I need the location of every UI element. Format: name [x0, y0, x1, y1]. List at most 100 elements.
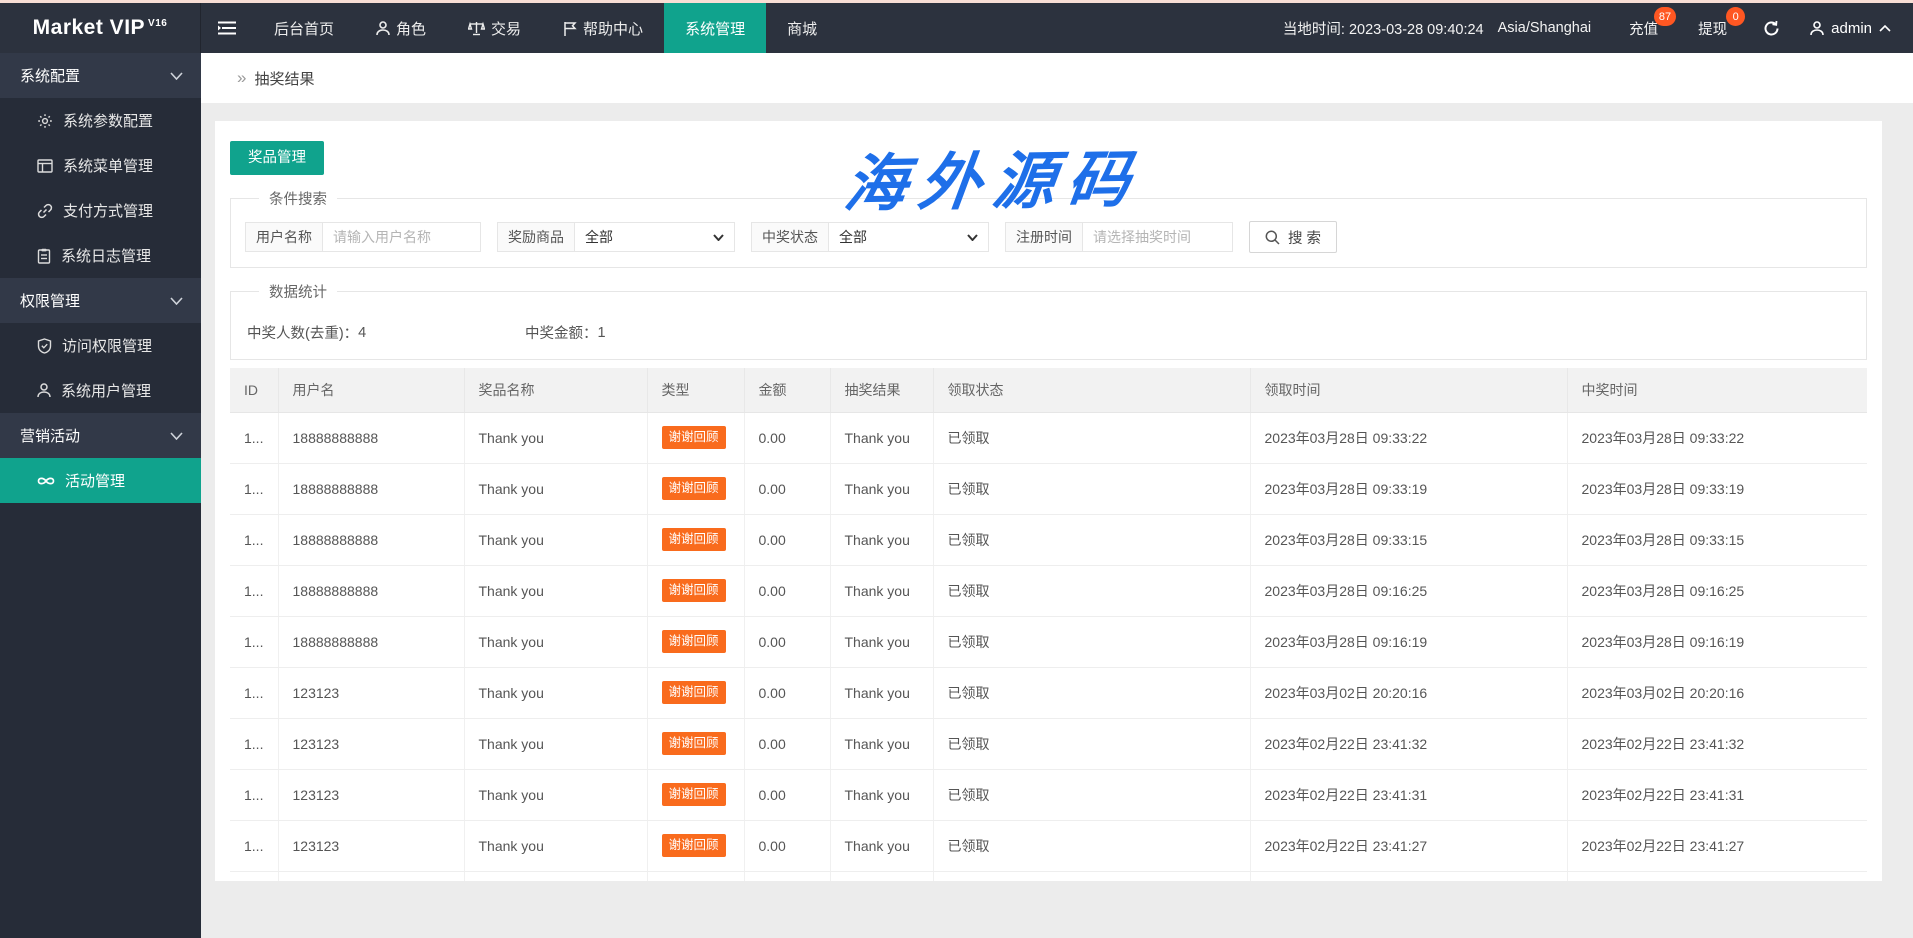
- stat-winners-value: 4: [358, 324, 367, 341]
- cell-username: 123123: [278, 769, 465, 821]
- type-badge: 谢谢回顾: [661, 477, 726, 500]
- cell-username: 18888888888: [278, 412, 465, 464]
- table-row: 1... 123123 Thank you 谢谢回顾 0.00 Thank yo…: [230, 820, 1867, 872]
- nav-item-help[interactable]: 帮助中心: [542, 3, 664, 53]
- cell-username: 18888888888: [278, 565, 465, 617]
- cell-id: 1...: [230, 718, 279, 770]
- cell-username: 123123: [278, 820, 465, 872]
- cell-result: Thank you: [830, 769, 934, 821]
- stats-fieldset: 数据统计 中奖人数(去重)： 4 中奖金额： 1: [230, 281, 1867, 360]
- cell-username: 18888888888: [278, 616, 465, 668]
- table-row: 1... 123123 Thank you 谢谢回顾 0.00 Thank yo…: [230, 718, 1867, 770]
- recharge-link[interactable]: 充值 87: [1609, 3, 1678, 53]
- cell-prize-name: Thank you: [464, 565, 648, 617]
- register-time-field-group: 注册时间: [1005, 222, 1233, 252]
- admin-menu[interactable]: admin: [1796, 3, 1913, 53]
- sidebar-toggle-button[interactable]: [201, 3, 253, 53]
- cell-claim-time: 2023年03月28日 09:33:22: [1250, 412, 1568, 464]
- prize-select[interactable]: 全部: [575, 222, 735, 252]
- results-card: 奖品管理 条件搜索 用户名称 奖励商品 全部: [215, 121, 1882, 881]
- col-type: 类型: [647, 368, 745, 413]
- sidebar-group-marketing[interactable]: 营销活动: [0, 413, 201, 458]
- type-badge: 谢谢回顾: [661, 528, 726, 551]
- cell-username: 18888888888: [278, 463, 465, 515]
- table-row: 1... 18888888888 Thank you 谢谢回顾 0.00 Tha…: [230, 463, 1867, 515]
- nav-item-trade[interactable]: 交易: [447, 3, 542, 53]
- breadcrumb-current: 抽奖结果: [254, 70, 315, 88]
- sidebar-item-access-permissions[interactable]: 访问权限管理: [0, 323, 201, 368]
- type-badge: 谢谢回顾: [661, 732, 726, 755]
- breadcrumb-separator: »: [237, 68, 247, 87]
- register-time-input[interactable]: [1083, 222, 1233, 252]
- cell-win-time: 2023年02月22日 23:41:27: [1567, 820, 1867, 872]
- menu-window-icon: [37, 158, 53, 173]
- type-badge: 谢谢回顾: [661, 426, 726, 449]
- hamburger-icon: [218, 21, 236, 35]
- cell-win-time: 2023年03月28日 09:33:15: [1567, 514, 1867, 566]
- sidebar-item-payment-methods[interactable]: 支付方式管理: [0, 188, 201, 233]
- cell-result: Thank you: [830, 718, 934, 770]
- cell-prize-name: Thank you: [464, 412, 648, 464]
- search-button[interactable]: 搜 索: [1249, 221, 1338, 253]
- cell-username: 123123: [278, 718, 465, 770]
- cell-id: 1...: [230, 769, 279, 821]
- withdraw-link[interactable]: 提现 0: [1678, 3, 1747, 53]
- cell-amount: 0.00: [744, 463, 831, 515]
- cell-amount: 0.00: [744, 565, 831, 617]
- cell-prize-name: Thank you: [464, 871, 648, 881]
- chevron-down-icon: [170, 296, 183, 305]
- cell-prize-name: Thank you: [464, 667, 648, 719]
- cell-result: Thank you: [830, 463, 934, 515]
- username-input[interactable]: [323, 222, 481, 252]
- cell-type: 谢谢回顾: [647, 514, 745, 566]
- nav-item-roles[interactable]: 角色: [355, 3, 447, 53]
- cell-win-time: 2023年02月22日 23:41:27: [1567, 871, 1867, 881]
- col-result: 抽奖结果: [830, 368, 934, 413]
- sidebar-group-system-config[interactable]: 系统配置: [0, 53, 201, 98]
- register-time-label: 注册时间: [1005, 222, 1083, 252]
- cell-claim-time: 2023年03月28日 09:33:19: [1250, 463, 1568, 515]
- cell-claim-time: 2023年03月28日 09:16:25: [1250, 565, 1568, 617]
- cell-username: 18888888888: [278, 514, 465, 566]
- win-status-select[interactable]: 全部: [829, 222, 989, 252]
- table-row: 1... 123123 Thank you 谢谢回顾 0.00 Thank yo…: [230, 871, 1867, 881]
- infinity-icon: [37, 476, 55, 486]
- sidebar-group-permissions[interactable]: 权限管理: [0, 278, 201, 323]
- type-badge: 谢谢回顾: [661, 834, 726, 857]
- results-table: ID 用户名 奖品名称 类型 金额 抽奖结果 领取状态 领取时间 中奖时间 1.…: [230, 368, 1867, 881]
- cell-claim-status: 已领取: [933, 565, 1251, 617]
- search-icon: [1265, 230, 1280, 245]
- sidebar-item-system-logs[interactable]: 系统日志管理: [0, 233, 201, 278]
- cell-claim-time: 2023年02月22日 23:41:31: [1250, 769, 1568, 821]
- refresh-button[interactable]: [1747, 3, 1796, 53]
- nav-item-dashboard[interactable]: 后台首页: [253, 3, 355, 53]
- col-claim-time: 领取时间: [1250, 368, 1568, 413]
- nav-item-system-admin[interactable]: 系统管理: [664, 3, 767, 53]
- cell-prize-name: Thank you: [464, 463, 648, 515]
- sidebar-item-system-menu[interactable]: 系统菜单管理: [0, 143, 201, 188]
- stat-winners: 中奖人数(去重)： 4: [247, 324, 367, 343]
- cell-id: 1...: [230, 463, 279, 515]
- cell-amount: 0.00: [744, 514, 831, 566]
- chevron-down-icon: [713, 233, 724, 241]
- table-row: 1... 18888888888 Thank you 谢谢回顾 0.00 Tha…: [230, 514, 1867, 566]
- main-content: » 抽奖结果 海外源码 奖品管理 条件搜索 用户名称 奖励商品 全部: [201, 53, 1913, 938]
- cell-claim-status: 已领取: [933, 820, 1251, 872]
- clipboard-icon: [37, 248, 51, 264]
- cell-claim-status: 已领取: [933, 514, 1251, 566]
- type-badge: 谢谢回顾: [661, 630, 726, 653]
- cell-username: 123123: [278, 667, 465, 719]
- nav-item-shop[interactable]: 商城: [766, 3, 838, 53]
- win-status-label: 中奖状态: [751, 222, 829, 252]
- username-label: 用户名称: [245, 222, 323, 252]
- col-amount: 金额: [744, 368, 831, 413]
- cell-claim-status: 已领取: [933, 412, 1251, 464]
- col-win-time: 中奖时间: [1567, 368, 1867, 413]
- sidebar-item-system-users[interactable]: 系统用户管理: [0, 368, 201, 413]
- cell-amount: 0.00: [744, 412, 831, 464]
- prize-management-button[interactable]: 奖品管理: [230, 141, 324, 175]
- topbar-right: 当地时间: 2023-03-28 09:40:24 Asia/Shanghai …: [1265, 3, 1913, 53]
- cell-prize-name: Thank you: [464, 718, 648, 770]
- sidebar-item-activity-management[interactable]: 活动管理: [0, 458, 201, 503]
- sidebar-item-system-params[interactable]: 系统参数配置: [0, 98, 201, 143]
